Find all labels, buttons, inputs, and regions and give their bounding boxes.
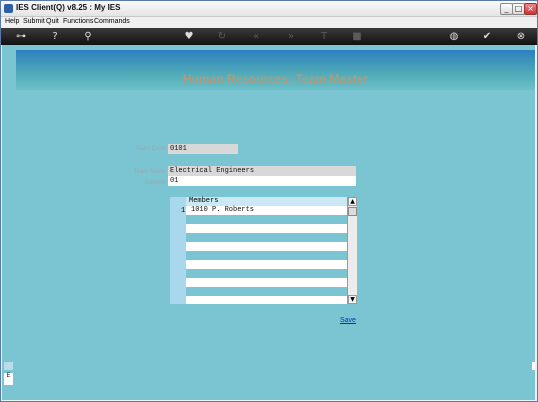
members-scrollbar[interactable]: ▲ ▼ — [347, 197, 357, 304]
close-icon[interactable]: ⊗ — [514, 30, 528, 43]
menu-help[interactable]: Help — [5, 18, 19, 25]
table-row[interactable] — [186, 233, 347, 242]
team-name-label: Team Name — [133, 169, 166, 175]
team-code-label: Team Code — [135, 146, 166, 152]
stop-icon[interactable]: ■ — [350, 30, 364, 43]
table-row[interactable] — [186, 260, 347, 269]
menu-bar: Help Submit Quit Functions Commands — [1, 17, 537, 28]
refresh-icon[interactable]: ↻ — [215, 30, 229, 43]
table-row[interactable] — [186, 278, 347, 287]
right-edge-marker — [532, 362, 535, 370]
table-row[interactable] — [186, 224, 347, 233]
title-bar: IES Client(Q) v8.25 : My IES _ □ × — [1, 1, 537, 17]
app-icon — [4, 4, 13, 13]
table-row[interactable]: 1010 P. Roberts — [186, 206, 347, 215]
side-panel-marker — [4, 362, 13, 370]
members-grid: Members 1 1010 P. Roberts ▲ ▼ — [170, 197, 357, 304]
row-number: 1 — [181, 207, 186, 215]
scroll-down-icon[interactable]: ▼ — [348, 295, 357, 304]
check-icon[interactable]: ✔ — [480, 30, 494, 43]
font-icon[interactable]: T — [317, 30, 331, 43]
scroll-thumb[interactable] — [348, 207, 357, 216]
table-row[interactable] — [186, 251, 347, 260]
toolbar: ⊶ ? ⚲ ♥ ↻ « » T ■ ◍ ✔ ⊗ — [1, 28, 537, 45]
scroll-up-icon[interactable]: ▲ — [348, 197, 357, 206]
menu-quit[interactable]: Quit — [46, 18, 59, 25]
division-label: Division — [144, 180, 166, 186]
search-icon[interactable]: ⚲ — [81, 30, 95, 43]
table-row[interactable] — [186, 287, 347, 296]
division-field[interactable]: 01 — [168, 176, 356, 186]
team-code-field[interactable]: 0101 — [168, 144, 238, 154]
menu-functions[interactable]: Functions — [63, 18, 93, 25]
app-window: IES Client(Q) v8.25 : My IES _ □ × Help … — [0, 0, 538, 402]
page-title: Human Resources: Team Master — [182, 72, 369, 86]
help-icon[interactable]: ? — [48, 30, 62, 43]
menu-submit[interactable]: Submit — [23, 18, 45, 25]
page-header-band: Human Resources: Team Master — [16, 50, 535, 90]
heart-icon[interactable]: ♥ — [182, 30, 196, 43]
menu-commands[interactable]: Commands — [94, 18, 130, 25]
table-row[interactable] — [186, 269, 347, 278]
close-window-button[interactable]: × — [524, 3, 537, 15]
table-row[interactable] — [186, 242, 347, 251]
last-icon[interactable]: » — [284, 30, 298, 43]
first-icon[interactable]: « — [249, 30, 263, 43]
main-content: Human Resources: Team Master Team Code 0… — [2, 45, 535, 400]
side-panel-icon[interactable]: Ε — [4, 373, 13, 385]
key-icon[interactable]: ⊶ — [11, 30, 31, 43]
globe-icon[interactable]: ◍ — [447, 30, 461, 43]
window-title: IES Client(Q) v8.25 : My IES — [16, 3, 121, 12]
team-name-field[interactable]: Electrical Engineers — [168, 166, 356, 176]
members-header: Members — [186, 197, 347, 206]
table-row[interactable] — [186, 296, 347, 304]
save-link[interactable]: Save — [340, 317, 356, 324]
table-row[interactable] — [186, 215, 347, 224]
